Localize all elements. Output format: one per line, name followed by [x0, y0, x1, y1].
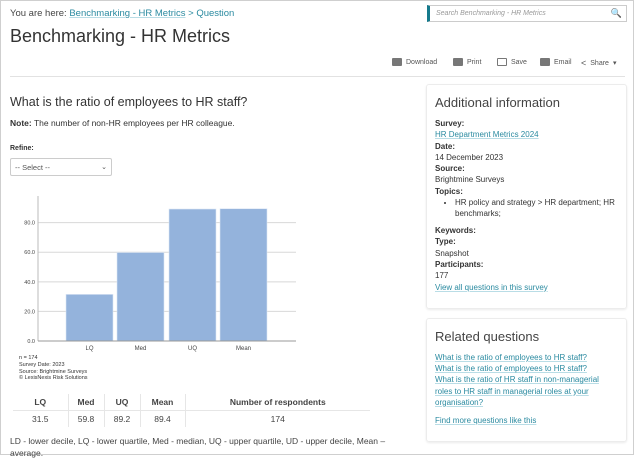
bar-chart: 0.0 20.0 40.0 60.0 80.0 LQ Med UQ Mean: [24, 196, 296, 352]
related-question-link[interactable]: What is the ratio of HR staff in non-man…: [435, 374, 618, 408]
bar-mean: [219, 208, 268, 342]
survey-label: Survey:: [435, 119, 465, 128]
refine-select[interactable]: -- Select -- ⌄: [10, 158, 112, 176]
print-button[interactable]: Print: [453, 58, 481, 66]
share-label: Share: [590, 59, 609, 67]
abbreviation-legend: LD - lower decile, LQ - lower quartile, …: [10, 436, 386, 458]
breadcrumb-separator: >: [185, 8, 197, 19]
cell: 174: [184, 410, 370, 427]
divider: [10, 76, 625, 77]
table-header-row: LQ Med UQ Mean Number of respondents: [13, 394, 370, 411]
y-tick-label: 60.0: [24, 250, 35, 256]
survey-link[interactable]: HR Department Metrics 2024: [435, 129, 618, 140]
download-label: Download: [406, 58, 438, 66]
table-row: 31.5 59.8 89.2 89.4 174: [13, 410, 370, 427]
y-tick-label: 20.0: [24, 309, 35, 315]
find-more-questions-link[interactable]: Find more questions like this: [435, 415, 618, 426]
type-label: Type:: [435, 237, 456, 247]
col-header: Med: [67, 394, 104, 411]
chevron-down-icon: ⌄: [101, 164, 107, 171]
x-tick-label: Mean: [236, 346, 251, 352]
source-label: Source:: [435, 164, 465, 174]
chart-copyright: © LexisNexis Risk Solutions: [19, 375, 88, 382]
note-label: Note:: [10, 118, 32, 128]
breadcrumb-current: Question: [196, 8, 235, 19]
bar-med: [116, 252, 165, 342]
print-label: Print: [467, 58, 482, 66]
breadcrumb-link[interactable]: Benchmarking - HR Metrics: [69, 8, 185, 19]
participants-value: 177: [435, 271, 449, 281]
cell: 31.5: [31, 414, 49, 424]
y-tick-label: 40.0: [24, 280, 35, 286]
bar-lq: [65, 294, 114, 342]
panel-title: Additional information: [435, 95, 561, 110]
type-value: Snapshot: [435, 248, 469, 258]
topic-item: HR policy and strategy > HR department; …: [455, 197, 618, 219]
date-value: 14 December 2023: [435, 152, 504, 162]
cell: 89.4: [139, 410, 185, 427]
caret-down-icon: ▾: [612, 60, 617, 67]
email-button[interactable]: Email: [540, 58, 572, 66]
share-button[interactable]: < Share ▾: [581, 58, 616, 68]
x-tick-label: UQ: [188, 346, 197, 352]
related-question-link[interactable]: What is the ratio of employees to HR sta…: [435, 363, 618, 374]
printer-icon: [453, 58, 463, 66]
x-tick-label: LQ: [85, 346, 93, 352]
search-icon[interactable]: 🔍: [611, 8, 622, 19]
panel-title: Related questions: [435, 329, 540, 344]
source-value: Brightmine Surveys: [435, 175, 505, 185]
cell: 59.8: [67, 410, 104, 427]
col-header: UQ: [103, 394, 140, 411]
topics-label: Topics:: [435, 186, 463, 196]
save-label: Save: [511, 58, 527, 66]
search-input[interactable]: Search Benchmarking - HR Metrics 🔍: [427, 5, 627, 22]
breadcrumb: You are here: Benchmarking - HR Metrics …: [10, 8, 234, 19]
note-text: The number of non-HR employees per HR co…: [31, 118, 235, 128]
bar-uq: [168, 208, 217, 342]
breadcrumb-prefix: You are here:: [10, 8, 70, 19]
chart-survey-date: Survey Date: 2023: [19, 361, 65, 368]
x-tick-label: Med: [135, 346, 147, 352]
participants-label: Participants:: [435, 259, 484, 269]
question-title: What is the ratio of employees to HR sta…: [10, 95, 248, 109]
col-header: Number of respondents: [184, 394, 370, 411]
topics-list: HR policy and strategy > HR department; …: [455, 197, 618, 219]
chart-n: n = 174: [19, 355, 38, 361]
related-questions-panel: Related questions What is the ratio of e…: [426, 318, 627, 442]
date-label: Date:: [435, 141, 456, 151]
keywords-label: Keywords:: [435, 226, 476, 236]
search-placeholder: Search Benchmarking - HR Metrics: [436, 10, 546, 17]
refine-label: Refine:: [10, 145, 34, 152]
note: Note: The number of non-HR employees per…: [10, 118, 235, 128]
share-icon: <: [581, 58, 587, 68]
y-tick-label: 80.0: [24, 221, 35, 227]
save-button[interactable]: Save: [497, 58, 527, 66]
cell: 89.2: [103, 410, 140, 427]
page-title: Benchmarking - HR Metrics: [10, 26, 231, 46]
chart-meta: n = 174 Survey Date: 2023 Source: Bright…: [19, 355, 88, 382]
col-header: Mean: [139, 394, 185, 411]
envelope-icon: [540, 58, 550, 66]
y-tick-label: 0.0: [27, 339, 35, 345]
additional-info-panel: Additional information Survey: HR Depart…: [426, 84, 627, 309]
col-header: LQ: [13, 394, 68, 411]
excel-icon: [392, 58, 402, 66]
download-button[interactable]: Download: [392, 58, 437, 66]
related-question-link[interactable]: What is the ratio of employees to HR sta…: [435, 352, 618, 363]
view-all-questions-link[interactable]: View all questions in this survey: [435, 282, 618, 293]
refine-selected: -- Select --: [15, 163, 51, 172]
save-icon: [497, 58, 507, 66]
email-label: Email: [554, 58, 572, 66]
results-table: LQ Med UQ Mean Number of respondents 31.…: [13, 394, 370, 427]
